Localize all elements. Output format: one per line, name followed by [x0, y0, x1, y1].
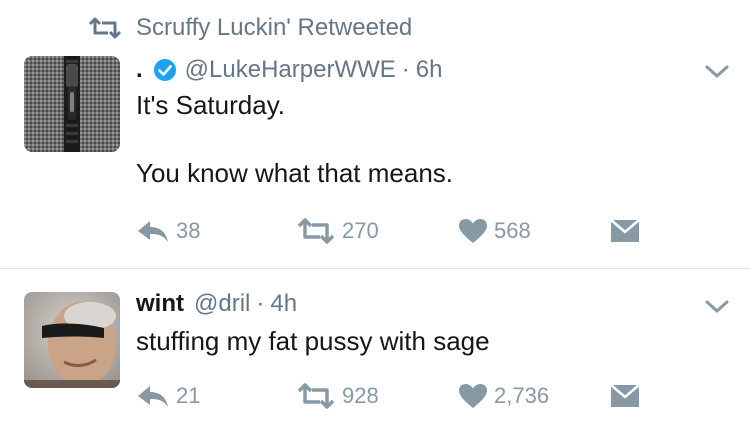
reply-button[interactable]: 38 — [136, 214, 200, 248]
timestamp[interactable]: 6h — [416, 56, 443, 84]
reply-count: 38 — [176, 218, 201, 243]
tweet-text: It's Saturday. You know what that means. — [136, 88, 696, 190]
reply-icon — [138, 221, 168, 242]
display-name[interactable]: wint — [136, 290, 184, 318]
zipper-avatar-image — [24, 56, 120, 152]
wint-avatar-image — [24, 292, 120, 388]
heart-icon — [459, 384, 487, 408]
envelope-icon — [610, 384, 640, 407]
tweet-text-line: You know what that means. — [136, 158, 454, 188]
tweet-text-line: It's Saturday. — [136, 90, 285, 120]
tweet-header: . @LukeHarperWWE · 6h — [136, 54, 442, 86]
timestamp[interactable]: 4h — [270, 290, 297, 318]
reply-count: 21 — [176, 383, 201, 408]
tweet-text: stuffing my fat pussy with sage — [136, 324, 696, 358]
tweet-actions: 38 270 568 — [136, 214, 656, 248]
direct-message-button[interactable] — [610, 214, 646, 248]
retweet-icon — [88, 17, 122, 39]
user-handle[interactable]: @LukeHarperWWE — [185, 56, 396, 84]
reply-button[interactable]: 21 — [136, 379, 200, 413]
display-name[interactable]: . — [136, 56, 143, 84]
like-count: 568 — [494, 218, 531, 243]
retweet-banner[interactable]: Scruffy Luckin' Retweeted — [88, 10, 412, 46]
like-count: 2,736 — [494, 383, 550, 408]
retweet-button[interactable]: 928 — [296, 379, 379, 413]
tweet-actions: 21 928 2,736 — [136, 379, 656, 413]
reply-icon — [138, 386, 168, 407]
retweeted-by-label: Scruffy Luckin' Retweeted — [136, 14, 413, 41]
like-button[interactable]: 568 — [458, 214, 531, 248]
retweet-count: 928 — [342, 383, 379, 408]
tweet-divider — [0, 268, 750, 269]
heart-icon — [459, 219, 487, 243]
separator-dot: · — [256, 290, 265, 317]
chevron-down-icon[interactable] — [704, 299, 730, 315]
retweet-button[interactable]: 270 — [296, 214, 379, 248]
retweet-icon — [297, 218, 335, 244]
chevron-down-icon[interactable] — [704, 64, 730, 80]
avatar-lukeharper[interactable] — [24, 56, 120, 152]
direct-message-button[interactable] — [610, 379, 646, 413]
tweet-text-line: stuffing my fat pussy with sage — [136, 326, 490, 356]
tweet-header: wint @dril · 4h — [136, 288, 297, 320]
like-button[interactable]: 2,736 — [458, 379, 549, 413]
separator-dot: · — [401, 56, 410, 83]
retweet-count: 270 — [342, 218, 379, 243]
envelope-icon — [610, 219, 640, 242]
user-handle[interactable]: @dril — [194, 290, 250, 318]
retweet-icon — [297, 383, 335, 409]
tweet-text-line — [136, 122, 696, 156]
verified-badge-icon — [153, 59, 176, 81]
avatar-dril[interactable] — [24, 292, 120, 388]
